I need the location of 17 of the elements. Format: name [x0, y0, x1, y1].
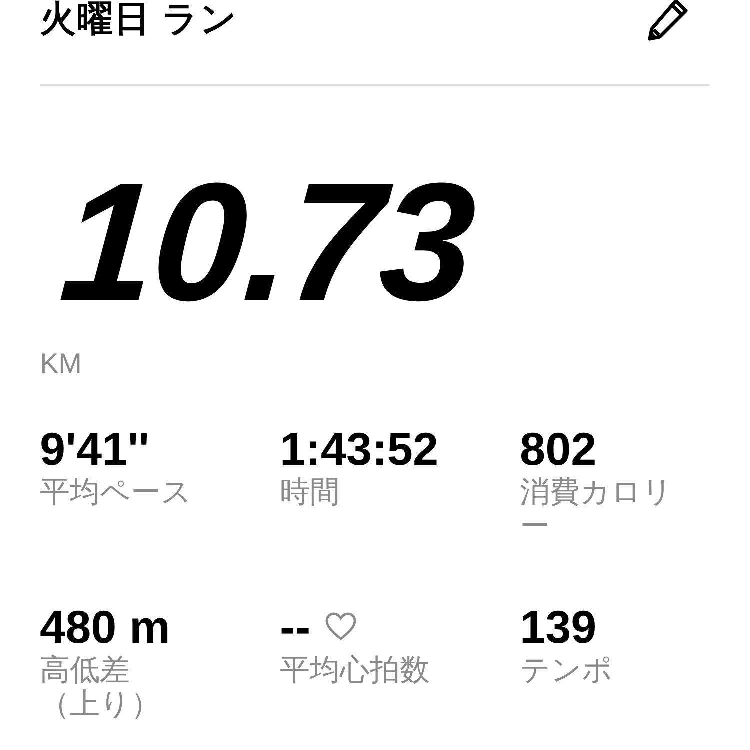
stat-label: テンポ: [520, 654, 614, 688]
workout-title: 火曜日 ラン: [40, 0, 238, 40]
stat-value: 802: [520, 426, 597, 472]
distance-value: 10.73: [56, 158, 478, 326]
stat-value: 9'41'': [40, 426, 150, 472]
stat-value: 139: [520, 604, 597, 650]
stat-value: 480 m: [40, 604, 170, 650]
edit-icon[interactable]: [646, 0, 690, 41]
stat-value: --: [280, 604, 311, 650]
stat-label: 時間: [280, 476, 341, 510]
heart-icon: [324, 612, 357, 642]
stat-value: 1:43:52: [280, 426, 439, 472]
stat-label: 高低差（上り）: [40, 654, 162, 722]
stat-label: 平均ペース: [40, 476, 193, 510]
stat-label: 消費カロリー: [520, 476, 674, 544]
stat-label: 平均心拍数: [280, 654, 431, 688]
distance-unit: KM: [40, 348, 82, 380]
